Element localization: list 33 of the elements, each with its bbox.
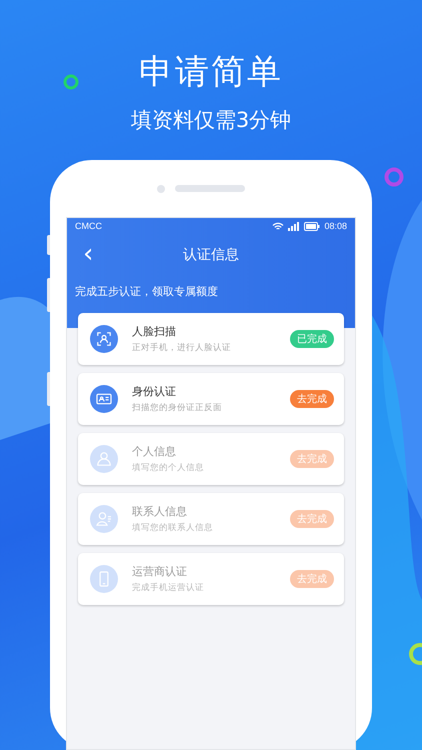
ring-icon [384, 167, 404, 187]
contact-icon [90, 505, 118, 533]
step-description: 扫描您的身份证正反面 [132, 402, 223, 414]
battery-icon [304, 222, 320, 230]
step-title: 联系人信息 [132, 504, 188, 519]
step-card[interactable]: 人脸扫描 正对手机，进行人脸认证 已完成 [78, 313, 344, 365]
id-card-icon [90, 385, 118, 413]
speaker-icon [175, 185, 245, 192]
step-title: 个人信息 [132, 444, 177, 459]
signal-icon [288, 222, 300, 230]
carrier-text: CMCC [75, 221, 102, 231]
page-title: 认证信息 [183, 246, 239, 264]
step-description: 填写您的个人信息 [132, 462, 205, 474]
ring-icon [63, 74, 79, 90]
face-scan-icon [90, 325, 118, 353]
banner-text: 完成五步认证，领取专属额度 [75, 284, 219, 299]
clock-text: 08:08 [324, 221, 347, 231]
subheadline: 填资料仅需3分钟 [130, 107, 292, 134]
completed-badge[interactable]: 已完成 [290, 330, 334, 348]
step-card[interactable]: 身份认证 扫描您的身份证正反面 去完成 [78, 373, 344, 425]
step-description: 正对手机，进行人脸认证 [132, 342, 232, 354]
headline: 申请简单 [139, 51, 283, 94]
user-icon [90, 445, 118, 473]
phone-icon [90, 565, 118, 593]
complete-button[interactable]: 去完成 [290, 390, 334, 408]
step-description: 填写您的联系人信息 [132, 522, 214, 534]
step-title: 运营商认证 [132, 564, 188, 579]
back-button[interactable]: ‹ [79, 240, 98, 268]
camera-icon [157, 184, 165, 192]
wifi-icon [272, 222, 284, 230]
step-title: 身份认证 [132, 384, 177, 399]
step-description: 完成手机运营认证 [132, 582, 205, 594]
step-title: 人脸扫描 [132, 324, 177, 339]
